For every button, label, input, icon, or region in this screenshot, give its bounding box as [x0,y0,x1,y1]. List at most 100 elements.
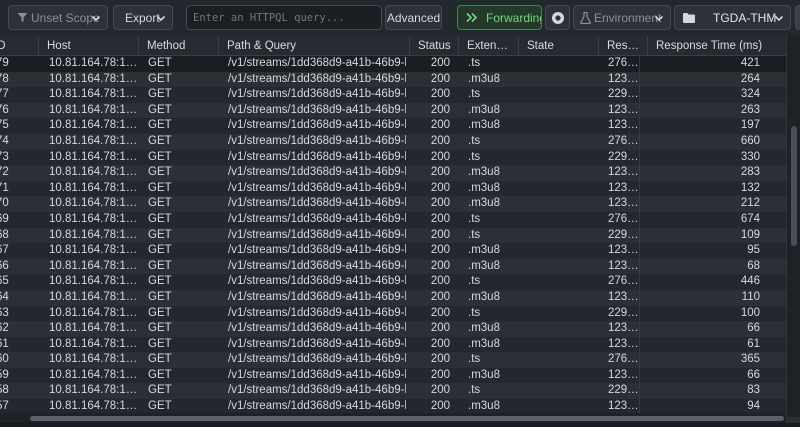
cell-path: /v1/streams/1dd368d9-a41b-46b9-bf… [228,150,406,163]
table-row[interactable]: 75 10.81.164.78:1… GET/v1/streams/1dd368d9… [0,118,800,134]
cell-extension: .m3u8 [468,166,500,179]
cell-status: 200 [430,337,450,350]
cell-method: GET [148,134,172,147]
vertical-scrollbar-thumb[interactable] [791,126,797,246]
column-header-extension[interactable]: Exten… [459,36,519,56]
column-header-status[interactable]: Status [410,36,459,56]
table-row[interactable]: 59 10.81.164.78:1… GET/v1/streams/1dd368d9… [0,367,800,384]
table-row[interactable]: 63 10.81.164.78:1… GET/v1/streams/1dd368d9… [0,305,800,322]
cell-status: 200 [430,88,450,101]
settings-button[interactable] [545,5,570,30]
table-row[interactable]: 58 10.81.164.78:1… GET/v1/streams/1dd368d9… [0,383,800,400]
table-row[interactable]: 65 10.81.164.78:1… GET/v1/streams/1dd368d9… [0,274,800,290]
cell-state [528,181,598,197]
vertical-scrollbar[interactable] [786,36,800,417]
table-row[interactable]: 69 10.81.164.78:1… GET/v1/streams/1dd368d9… [0,211,800,228]
cell-state [528,259,598,275]
cell-path: /v1/streams/1dd368d9-a41b-46b9-bf… [228,72,406,85]
table-row[interactable]: 78 10.81.164.78:1… GET/v1/streams/1dd368d9… [0,71,800,88]
cell-id: 61 [0,337,9,350]
cell-response-time: 263 [740,103,760,116]
table-row[interactable]: 67 10.81.164.78:1… GET/v1/streams/1dd368d9… [0,243,800,259]
table-row[interactable]: 70 10.81.164.78:1… GET/v1/streams/1dd368d9… [0,196,800,212]
cell-status: 200 [430,368,450,381]
cell-state [528,150,598,166]
column-header-response[interactable]: Res… [599,36,648,56]
table-row[interactable]: 60 10.81.164.78:1… GET/v1/streams/1dd368d9… [0,352,800,368]
table-row[interactable]: 77 10.81.164.78:1… GET/v1/streams/1dd368d9… [0,87,800,103]
advanced-button[interactable]: Advanced [385,5,442,30]
cell-extension: .ts [468,150,481,163]
cell-extension: .ts [468,275,481,288]
horizontal-scrollbar[interactable] [0,413,786,423]
cell-extension: .m3u8 [468,197,500,210]
environment-dropdown[interactable]: Environment [573,5,671,30]
cell-host: 10.81.164.78:1… [49,290,138,303]
cell-id: 63 [0,306,9,319]
table-row[interactable]: 71 10.81.164.78:1… GET/v1/streams/1dd368d9… [0,180,800,197]
column-header-path[interactable]: Path & Query [219,36,410,56]
table-row[interactable]: 66 10.81.164.78:1… GET/v1/streams/1dd368d9… [0,258,800,275]
cell-state [528,321,598,337]
cell-method: GET [148,72,172,85]
cell-response-time: 68 [747,259,760,272]
cell-path: /v1/streams/1dd368d9-a41b-46b9-bf… [228,166,406,179]
table-row[interactable]: 76 10.81.164.78:1… GET/v1/streams/1dd368d9… [0,102,800,119]
cell-response-time: 66 [747,322,760,335]
cell-path: /v1/streams/1dd368d9-a41b-46b9-bf… [228,337,406,350]
cell-status: 200 [430,306,450,319]
cell-response-time: 110 [741,290,760,303]
cell-extension: .m3u8 [468,244,500,257]
table-row[interactable]: 79 10.81.164.78:1… GET/v1/streams/1dd368d9… [0,56,800,72]
column-header-state[interactable]: State [519,36,599,56]
table-row[interactable]: 74 10.81.164.78:1… GET/v1/streams/1dd368d9… [0,133,800,150]
cell-response-time: 83 [747,384,760,397]
horizontal-scrollbar-thumb[interactable] [30,416,784,421]
cell-state [528,165,598,181]
cell-state [528,243,598,259]
table-row[interactable]: 73 10.81.164.78:1… GET/v1/streams/1dd368d9… [0,149,800,166]
project-dropdown[interactable]: TGDA-THM [674,5,791,30]
cell-host: 10.81.164.78:1… [49,384,138,397]
cell-extension: .m3u8 [468,322,500,335]
cell-response-time: 365 [740,353,760,366]
cell-id: 71 [0,181,9,194]
cell-response-time: 95 [747,244,760,257]
cell-extension: .m3u8 [468,290,500,303]
column-header-host[interactable]: Host [39,36,139,56]
cell-state [528,212,598,228]
cell-status: 200 [430,275,450,288]
table-row[interactable]: 61 10.81.164.78:1… GET/v1/streams/1dd368d9… [0,336,800,353]
cell-host: 10.81.164.78:1… [49,88,138,101]
cell-path: /v1/streams/1dd368d9-a41b-46b9-bf… [228,259,406,272]
cell-response-time: 283 [740,166,760,179]
cell-host: 10.81.164.78:1… [49,103,138,116]
overflow-button[interactable] [795,5,800,30]
table-row[interactable]: 68 10.81.164.78:1… GET/v1/streams/1dd368d9… [0,227,800,244]
table-row[interactable]: 64 10.81.164.78:1… GET/v1/streams/1dd368d9… [0,289,800,306]
httpql-query-input[interactable] [186,5,382,30]
cell-extension: .m3u8 [468,181,500,194]
cell-state [528,228,598,244]
cell-extension: .ts [468,57,481,69]
forwarding-toggle[interactable]: Forwarding [457,5,542,30]
cell-extension: .m3u8 [468,103,500,116]
column-header-method[interactable]: Method [139,36,219,56]
chevron-down-icon [91,12,101,26]
chevron-down-icon [654,12,664,26]
cell-extension: .ts [468,384,481,397]
cell-method: GET [148,166,172,179]
column-header-id[interactable]: ID [0,36,39,56]
table-row[interactable]: 72 10.81.164.78:1… GET/v1/streams/1dd368d9… [0,165,800,181]
export-dropdown[interactable]: Export [113,5,173,30]
cell-id: 69 [0,212,9,225]
column-header-response-time[interactable]: Response Time (ms) [648,36,786,56]
cell-path: /v1/streams/1dd368d9-a41b-46b9-bf… [228,275,406,288]
cell-id: 65 [0,275,9,288]
cell-host: 10.81.164.78:1… [49,166,138,179]
scope-dropdown[interactable]: Unset Scope [8,5,108,30]
cell-status: 200 [430,119,450,132]
cell-state [528,87,598,103]
table-row[interactable]: 62 10.81.164.78:1… GET/v1/streams/1dd368d9… [0,321,800,337]
cell-id: 62 [0,322,9,335]
